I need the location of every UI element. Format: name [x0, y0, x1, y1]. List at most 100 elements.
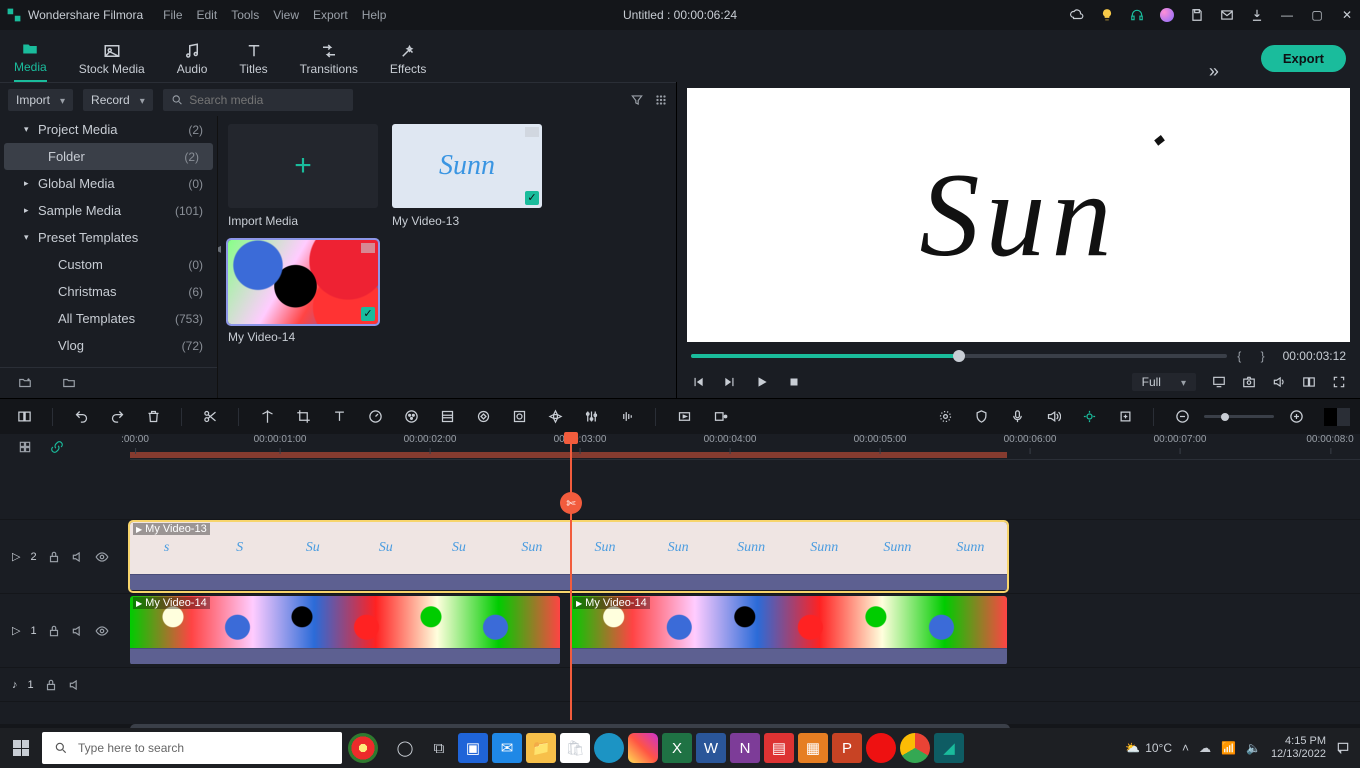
tree-custom[interactable]: Custom(0) — [0, 251, 217, 278]
download-icon[interactable] — [1250, 8, 1264, 22]
clip-video-14b[interactable]: My Video-14 — [570, 596, 1007, 665]
display-icon[interactable] — [1212, 375, 1226, 389]
clip-video-14a[interactable]: My Video-14 — [130, 596, 560, 665]
tree-vlog[interactable]: Vlog(72) — [0, 332, 217, 359]
tray-chevron-icon[interactable]: ˄ — [1182, 741, 1189, 755]
record-vo-icon[interactable] — [706, 403, 734, 431]
app-explorer-icon[interactable]: 📁 — [526, 733, 556, 763]
app-excel-icon[interactable]: X — [662, 733, 692, 763]
fullscreen-icon[interactable] — [1332, 375, 1346, 389]
record-dropdown[interactable]: Record — [83, 89, 153, 111]
manage-tracks-icon[interactable] — [18, 440, 32, 454]
tree-christmas[interactable]: Christmas(6) — [0, 278, 217, 305]
idea-icon[interactable] — [1100, 8, 1114, 22]
app-edge-icon[interactable] — [594, 733, 624, 763]
search-media-field[interactable] — [163, 89, 353, 111]
search-highlight-icon[interactable] — [348, 733, 378, 763]
menu-export[interactable]: Export — [313, 8, 348, 22]
app-timeline-icon[interactable]: ⧉ — [424, 733, 454, 763]
compare-icon[interactable] — [1302, 375, 1316, 389]
tree-all-templates[interactable]: All Templates(753) — [0, 305, 217, 332]
cloud-icon[interactable] — [1070, 8, 1084, 22]
adjust-icon[interactable] — [577, 403, 605, 431]
split-playhead-icon[interactable]: ✄ — [560, 492, 582, 514]
notifications-icon[interactable] — [1336, 741, 1350, 755]
mail-icon[interactable] — [1220, 8, 1234, 22]
video-track-1[interactable]: ▷ 1 My Video-14 My Video-14 — [0, 594, 1360, 668]
visibility-icon[interactable] — [95, 550, 109, 564]
visibility-icon[interactable] — [95, 624, 109, 638]
scrub-knob[interactable] — [953, 350, 965, 362]
tab-media[interactable]: Media — [14, 40, 47, 82]
panel-toggle-icon[interactable] — [10, 403, 38, 431]
keyframe-icon[interactable] — [469, 403, 497, 431]
menu-tools[interactable]: Tools — [231, 8, 259, 22]
tab-audio[interactable]: Audio — [177, 42, 208, 82]
mute-icon[interactable] — [71, 624, 85, 638]
render-icon[interactable] — [670, 403, 698, 431]
folder-icon[interactable] — [62, 376, 76, 390]
tab-effects[interactable]: Effects — [390, 42, 426, 82]
video-track-2[interactable]: ▷ 2 My Video-13 sSSuSuSuSunSunSunSunnSun… — [0, 520, 1360, 594]
start-button[interactable] — [0, 740, 42, 756]
mixer-icon[interactable] — [1039, 403, 1067, 431]
split-icon[interactable] — [196, 403, 224, 431]
tray-volume-icon[interactable]: 🔈 — [1246, 741, 1261, 755]
tree-folder[interactable]: Folder(2) — [4, 143, 213, 170]
task-view-icon[interactable]: ◯ — [390, 733, 420, 763]
app-powerpoint-icon[interactable]: P — [832, 733, 862, 763]
close-button[interactable]: ✕ — [1340, 8, 1354, 22]
trash-icon[interactable] — [139, 403, 167, 431]
clip-video-13[interactable]: My Video-13 sSSuSuSuSunSunSunSunnSunnSun… — [130, 522, 1007, 591]
maximize-button[interactable]: ▢ — [1310, 8, 1324, 22]
tab-stock-media[interactable]: Stock Media — [79, 42, 145, 82]
add-marker-icon[interactable] — [1111, 403, 1139, 431]
menu-edit[interactable]: Edit — [197, 8, 218, 22]
app-word-icon[interactable]: W — [696, 733, 726, 763]
app-onenote-icon[interactable]: N — [730, 733, 760, 763]
import-media-tile[interactable]: + Import Media — [228, 124, 378, 228]
in-out-braces[interactable]: { } — [1237, 349, 1272, 363]
track-motion-icon[interactable] — [931, 403, 959, 431]
taskbar-search[interactable]: Type here to search — [42, 732, 342, 764]
tree-global-media[interactable]: ▸Global Media(0) — [0, 170, 217, 197]
tray-wifi-icon[interactable]: 📶 — [1221, 741, 1236, 755]
collapse-tree-icon[interactable]: ◂ — [218, 240, 221, 257]
tray-cloud-icon[interactable]: ☁ — [1199, 741, 1211, 755]
export-button[interactable]: Export — [1261, 45, 1346, 72]
save-icon[interactable] — [1190, 8, 1204, 22]
app-mail-icon[interactable]: ✉ — [492, 733, 522, 763]
undo-icon[interactable] — [67, 403, 95, 431]
clip-my-video-13[interactable]: Sunn✓ My Video-13 — [392, 124, 542, 228]
app-chrome-icon[interactable] — [900, 733, 930, 763]
support-icon[interactable] — [1130, 8, 1144, 22]
clip-my-video-14[interactable]: ✓ My Video-14 — [228, 240, 378, 344]
app-program-icon[interactable]: ▦ — [798, 733, 828, 763]
mute-icon[interactable] — [68, 678, 82, 692]
text-icon[interactable] — [325, 403, 353, 431]
stop-icon[interactable] — [787, 375, 801, 389]
app-cortana-icon[interactable]: ▣ — [458, 733, 488, 763]
timeline-layout-toggle[interactable] — [1324, 408, 1350, 426]
time-ruler[interactable]: ✄ :00:00 00:00:01:00 00:00:02:00 00:00:0… — [130, 434, 1360, 460]
audio-track-1[interactable]: ♪ 1 — [0, 668, 1360, 702]
minimize-button[interactable]: — — [1280, 8, 1294, 22]
lock-icon[interactable] — [47, 550, 61, 564]
account-icon[interactable] — [1160, 8, 1174, 22]
more-tabs-icon[interactable]: » — [1209, 61, 1219, 82]
tree-project-media[interactable]: ▾Project Media(2) — [0, 116, 217, 143]
reframe-icon[interactable] — [433, 403, 461, 431]
menu-file[interactable]: File — [163, 8, 182, 22]
snapshot-icon[interactable] — [1242, 375, 1256, 389]
weather-widget[interactable]: ⛅ 10°C — [1125, 741, 1172, 755]
lock-icon[interactable] — [47, 624, 61, 638]
mask-icon[interactable] — [505, 403, 533, 431]
redo-icon[interactable] — [103, 403, 131, 431]
tree-preset-templates[interactable]: ▾Preset Templates — [0, 224, 217, 251]
mic-icon[interactable] — [1003, 403, 1031, 431]
zoom-slider[interactable] — [1204, 415, 1274, 418]
color-icon[interactable] — [397, 403, 425, 431]
import-dropdown[interactable]: Import — [8, 89, 73, 111]
tab-transitions[interactable]: Transitions — [300, 42, 358, 82]
next-frame-icon[interactable] — [723, 375, 737, 389]
